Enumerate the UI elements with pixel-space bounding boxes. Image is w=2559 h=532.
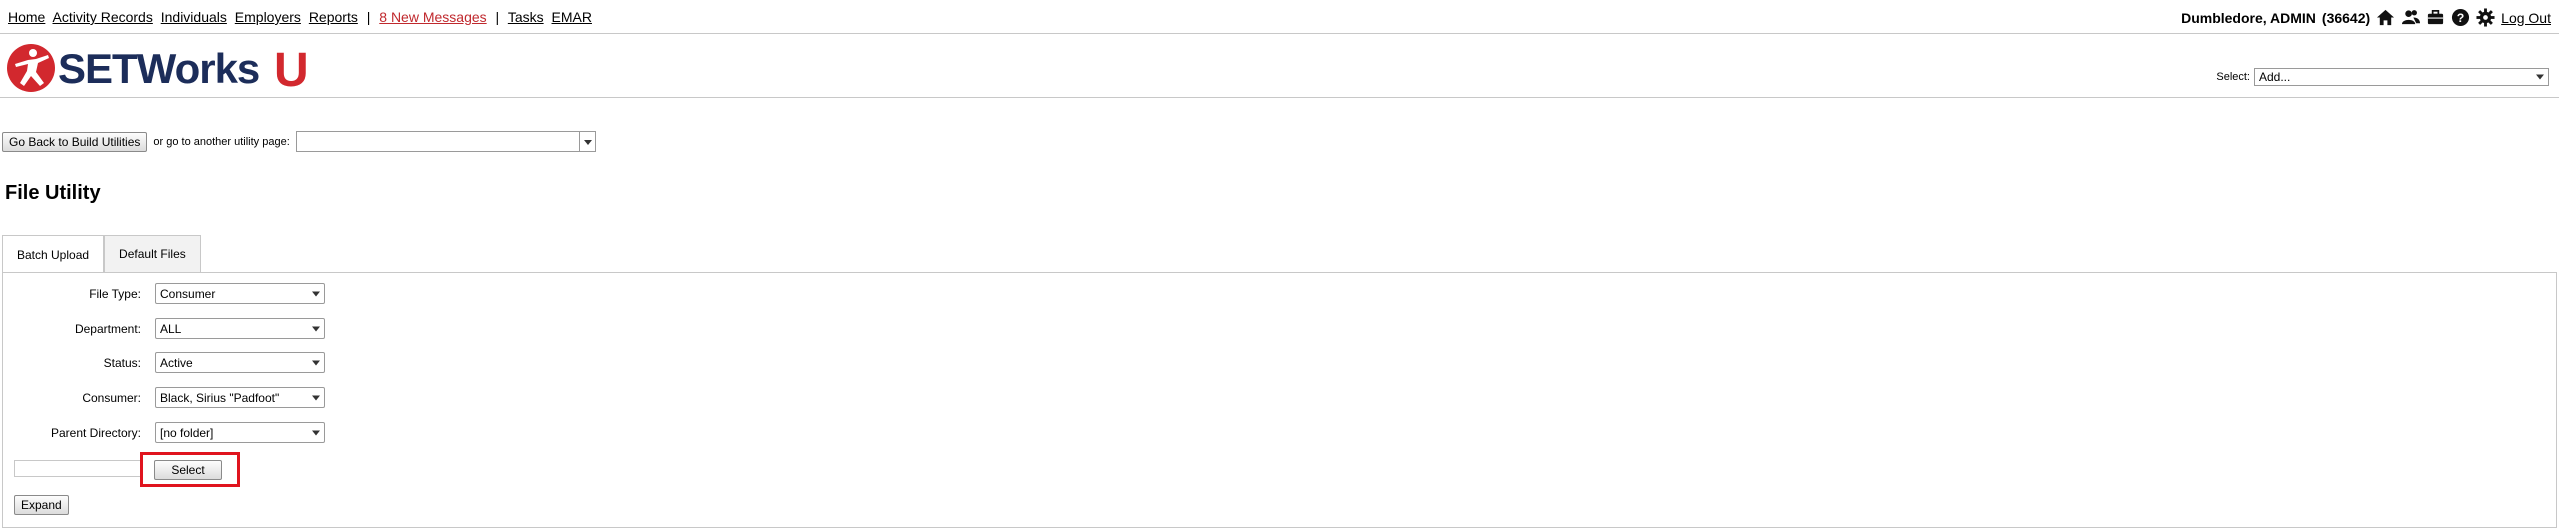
chevron-down-icon [312,430,320,435]
main-nav: Home Activity Records Individuals Employ… [8,9,596,25]
department-select[interactable]: ALL [155,318,325,339]
tab-batch-upload[interactable]: Batch Upload [2,235,105,273]
file-path-field[interactable] [14,460,142,477]
tab-default-files[interactable]: Default Files [104,235,201,272]
setworks-logo: SETWorks U [7,44,309,94]
parent-directory-value: [no folder] [160,425,214,440]
nav-separator: | [495,9,500,25]
status-select[interactable]: Active [155,352,325,373]
user-name: Dumbledore, ADMIN [2181,9,2316,26]
file-type-value: Consumer [160,286,216,301]
expand-button[interactable]: Expand [14,495,69,515]
select-file-button[interactable]: Select [154,460,222,480]
brand-header: SETWorks U [0,34,2559,98]
goto-utility-label: or go to another utility page: [153,135,290,148]
chevron-down-icon [2536,74,2544,80]
consumer-label: Consumer: [82,390,141,405]
help-icon[interactable]: ? [2451,8,2470,27]
file-type-label: File Type: [89,286,141,301]
nav-activity-records-link[interactable]: Activity Records [52,9,152,25]
file-type-select[interactable]: Consumer [155,283,325,304]
nav-separator: | [366,9,371,25]
add-select-value: Add... [2259,70,2291,84]
logo-text: SETWorks [58,45,259,92]
consumer-select[interactable]: Black, Sirius "Padfoot" [155,387,325,408]
home-icon[interactable] [2376,8,2395,27]
nav-home-link[interactable]: Home [8,9,45,25]
parent-directory-select[interactable]: [no folder] [155,422,325,443]
top-navigation-bar: Home Activity Records Individuals Employ… [0,0,2559,34]
status-label: Status: [103,355,141,370]
user-id: (36642) [2321,9,2371,26]
department-label: Department: [74,321,141,336]
status-row: Status: Active [3,352,325,373]
back-to-build-utilities-button[interactable]: Go Back to Build Utilities [2,131,148,152]
user-area: Dumbledore, ADMIN (36642) ? Log Out [2181,8,2551,27]
nav-tasks-link[interactable]: Tasks [508,9,544,25]
batch-upload-panel: File Type: Consumer Department: ALL Stat… [2,272,2557,528]
header-add-select: Select: Add... [2216,68,2549,86]
utility-navigation: Go Back to Build Utilities or go to anot… [2,131,596,152]
chevron-down-icon [312,326,320,331]
file-type-row: File Type: Consumer [3,283,325,304]
logout-link[interactable]: Log Out [2501,10,2551,26]
new-messages-link[interactable]: 8 New Messages [379,9,486,25]
header-select-label: Select: [2216,71,2250,83]
page-title: File Utility [5,182,101,204]
chevron-down-icon [312,291,320,296]
chevron-down-icon[interactable] [578,132,595,151]
consumer-row: Consumer: Black, Sirius "Padfoot" [3,387,325,408]
department-row: Department: ALL [3,318,325,339]
utility-page-select[interactable] [295,131,596,152]
logo-u: U [274,44,309,94]
parent-directory-row: Parent Directory: [no folder] [3,422,325,443]
users-icon[interactable] [2401,8,2421,27]
consumer-value: Black, Sirius "Padfoot" [160,390,280,405]
status-value: Active [160,355,193,370]
briefcase-icon[interactable] [2426,8,2445,27]
add-select-dropdown[interactable]: Add... [2254,68,2549,86]
parent-directory-label: Parent Directory: [50,425,141,440]
chevron-down-icon [312,360,320,365]
department-value: ALL [160,321,182,336]
nav-emar-link[interactable]: EMAR [552,9,592,25]
chevron-down-icon [312,395,320,400]
svg-text:?: ? [2457,11,2465,25]
tab-bar: Batch Upload Default Files [2,235,201,273]
nav-employers-link[interactable]: Employers [235,9,301,25]
gear-icon[interactable] [2476,8,2495,27]
nav-reports-link[interactable]: Reports [309,9,358,25]
nav-individuals-link[interactable]: Individuals [161,9,227,25]
